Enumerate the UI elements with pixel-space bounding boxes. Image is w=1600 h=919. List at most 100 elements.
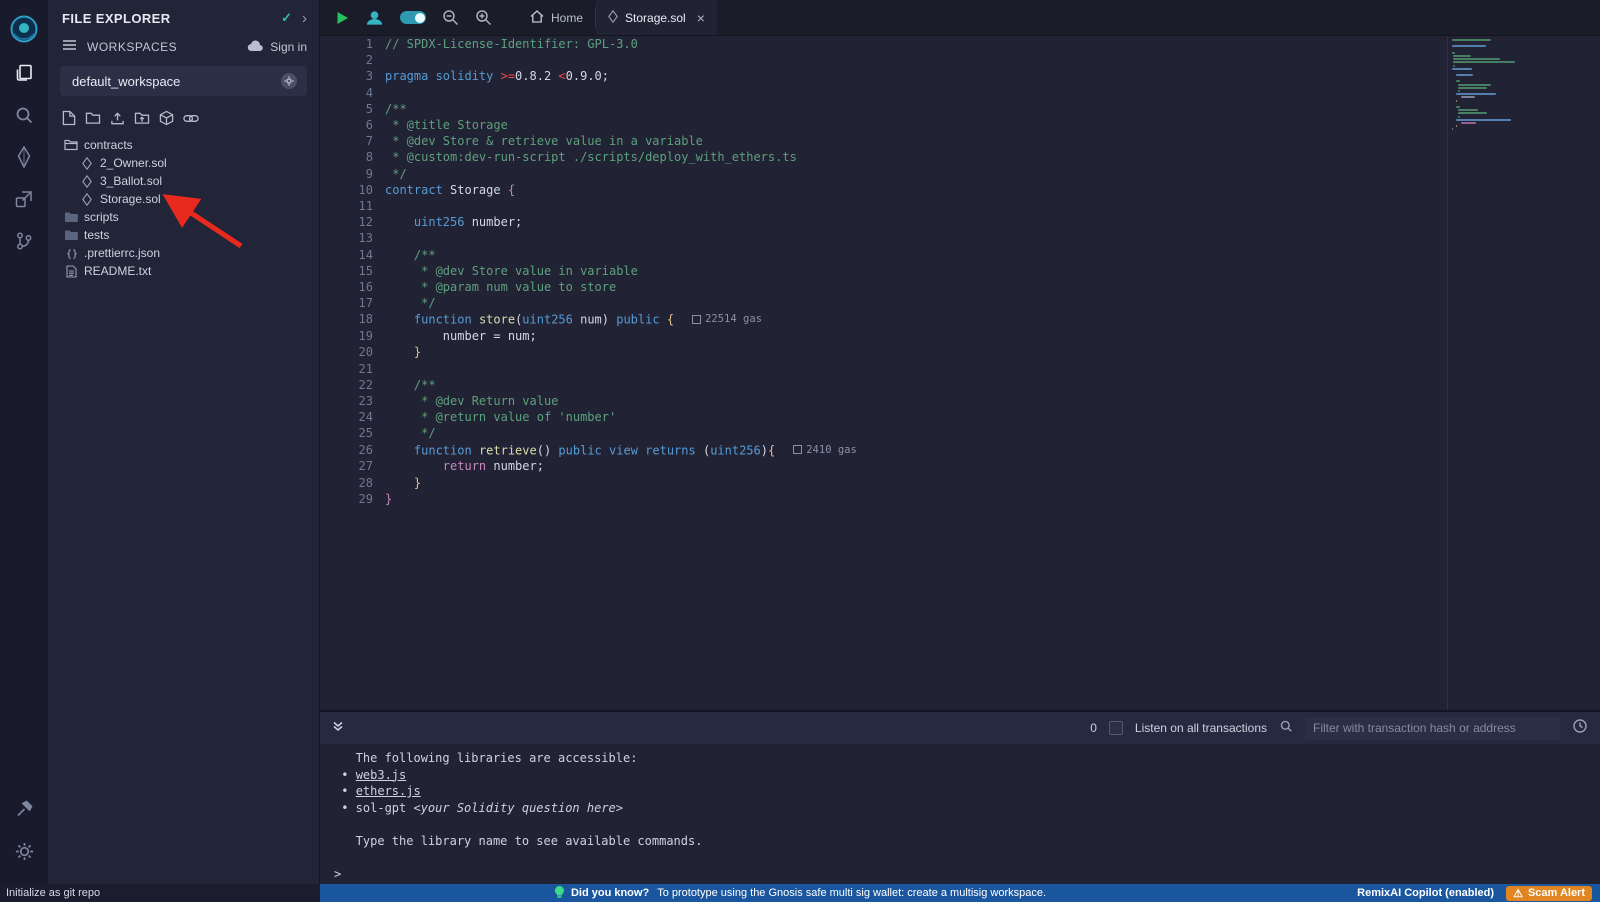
tree-item-3_Ballot.sol[interactable]: 3_Ballot.sol [48,172,319,190]
code-line-11: 11 [320,198,1600,214]
terminal-link[interactable]: web3.js [356,768,407,782]
git-init-status[interactable]: Initialize as git repo [0,884,320,902]
copilot-status[interactable]: RemixAI Copilot (enabled) [1357,887,1494,899]
terminal-search-icon[interactable] [1279,719,1293,738]
new-file-icon[interactable] [62,110,76,126]
code-line-16: 16 * @param num value to store [320,279,1600,295]
tree-item-contracts[interactable]: contracts [48,136,319,154]
braces-icon: {} [62,247,80,259]
git-icon[interactable] [0,220,48,262]
run-script-button[interactable] [320,0,357,35]
terminal-link[interactable]: ethers.js [356,784,421,798]
terminal-line: • ethers.js [334,783,1600,800]
file-toolbar [48,106,319,134]
terminal-expand-icon[interactable] [332,719,344,737]
code-line-8: 8 * @custom:dev-run-script ./scripts/dep… [320,149,1600,165]
code-line-4: 4 [320,85,1600,101]
scam-alert-badge[interactable]: ⚠ Scam Alert [1506,886,1592,901]
code-line-21: 21 [320,361,1600,377]
transaction-filter-input[interactable] [1305,717,1560,740]
chevron-right-icon[interactable]: › [302,11,307,26]
deploy-run-icon[interactable] [0,178,48,220]
code-line-27: 27 return number; [320,458,1600,474]
solidity-compiler-icon[interactable] [0,136,48,178]
remix-ai-icon[interactable] [357,0,392,35]
code-line-2: 2 [320,52,1600,68]
remix-ide-window: FILE EXPLORER ✓ › WORKSPACES Sign in def… [0,0,1600,902]
code-line-20: 20 } [320,344,1600,360]
hamburger-menu-icon[interactable] [62,38,77,56]
close-tab-icon[interactable]: × [697,10,705,26]
tree-item-scripts[interactable]: scripts [48,208,319,226]
code-line-26: 26 function retrieve() public view retur… [320,442,1600,459]
new-folder-icon[interactable] [85,111,101,125]
terminal-line [334,849,1600,866]
listen-label: Listen on all transactions [1135,721,1267,735]
tree-item-README.txt[interactable]: README.txt [48,262,319,280]
tree-item-.prettierrc.json[interactable]: {}.prettierrc.json [48,244,319,262]
home-icon [530,10,544,26]
solidity-file-icon [608,10,618,26]
check-icon[interactable]: ✓ [281,10,292,26]
code-line-3: 3pragma solidity >=0.8.2 <0.9.0; [320,68,1600,84]
editor-tabbar: Home Storage.sol × [320,0,1600,36]
tab-storage-sol[interactable]: Storage.sol × [596,0,717,35]
code-line-25: 25 */ [320,425,1600,441]
lightbulb-icon [554,885,565,902]
terminal-panel: 0 Listen on all transactions The followi… [320,710,1600,884]
workspace-name: default_workspace [72,74,281,89]
workspace-options-icon[interactable] [281,73,297,89]
workspace-selector[interactable]: default_workspace [60,66,307,96]
code-line-14: 14 /** [320,247,1600,263]
code-lines: 1// SPDX-License-Identifier: GPL-3.023pr… [320,36,1600,507]
upload-folder-icon[interactable] [134,111,150,125]
search-icon[interactable] [0,94,48,136]
link-icon[interactable] [183,114,199,123]
file-name: scripts [84,210,119,224]
terminal-output[interactable]: The following libraries are accessible: … [320,744,1600,882]
file-name: README.txt [84,264,151,278]
terminal-line [334,816,1600,833]
settings-gear-icon[interactable] [0,830,48,872]
code-line-17: 17 */ [320,295,1600,311]
code-line-29: 29} [320,491,1600,507]
solidity-icon [78,157,96,170]
history-clock-icon[interactable] [1572,718,1588,739]
gas-estimate: 22514 gas [692,311,762,327]
terminal-line: The following libraries are accessible: [334,750,1600,767]
code-line-5: 5/** [320,101,1600,117]
activity-bar [0,0,48,884]
file-name: Storage.sol [100,192,161,206]
terminal-line: • sol-gpt <your Solidity question here> [334,800,1600,817]
folder-open-icon [62,139,80,151]
listen-all-checkbox[interactable] [1109,721,1123,735]
code-line-19: 19 number = num; [320,328,1600,344]
copilot-toggle[interactable] [392,0,434,35]
publish-box-icon[interactable] [159,110,174,126]
tab-home[interactable]: Home [518,0,595,35]
hammer-icon[interactable] [0,788,48,830]
file-explorer-icon[interactable] [0,52,48,94]
file-name: 2_Owner.sol [100,156,167,170]
tip-label: Did you know? [571,887,649,899]
minimap[interactable] [1452,39,1542,131]
code-line-23: 23 * @dev Return value [320,393,1600,409]
tree-item-2_Owner.sol[interactable]: 2_Owner.sol [48,154,319,172]
tree-item-tests[interactable]: tests [48,226,319,244]
remix-logo-icon[interactable] [0,6,48,52]
sign-in-button[interactable]: Sign in [247,40,307,55]
code-editor[interactable]: 1// SPDX-License-Identifier: GPL-3.023pr… [320,36,1600,710]
code-line-24: 24 * @return value of 'number' [320,409,1600,425]
code-line-13: 13 [320,230,1600,246]
editor-scrollbar[interactable] [1447,36,1448,710]
code-line-22: 22 /** [320,377,1600,393]
code-line-15: 15 * @dev Store value in variable [320,263,1600,279]
code-line-28: 28 } [320,475,1600,491]
tree-item-Storage.sol[interactable]: Storage.sol [48,190,319,208]
svg-text:{}: {} [66,249,78,259]
zoom-out-button[interactable] [434,0,467,35]
file-icon [62,265,80,278]
upload-file-icon[interactable] [110,111,125,126]
zoom-in-button[interactable] [467,0,500,35]
file-name: tests [84,228,109,242]
